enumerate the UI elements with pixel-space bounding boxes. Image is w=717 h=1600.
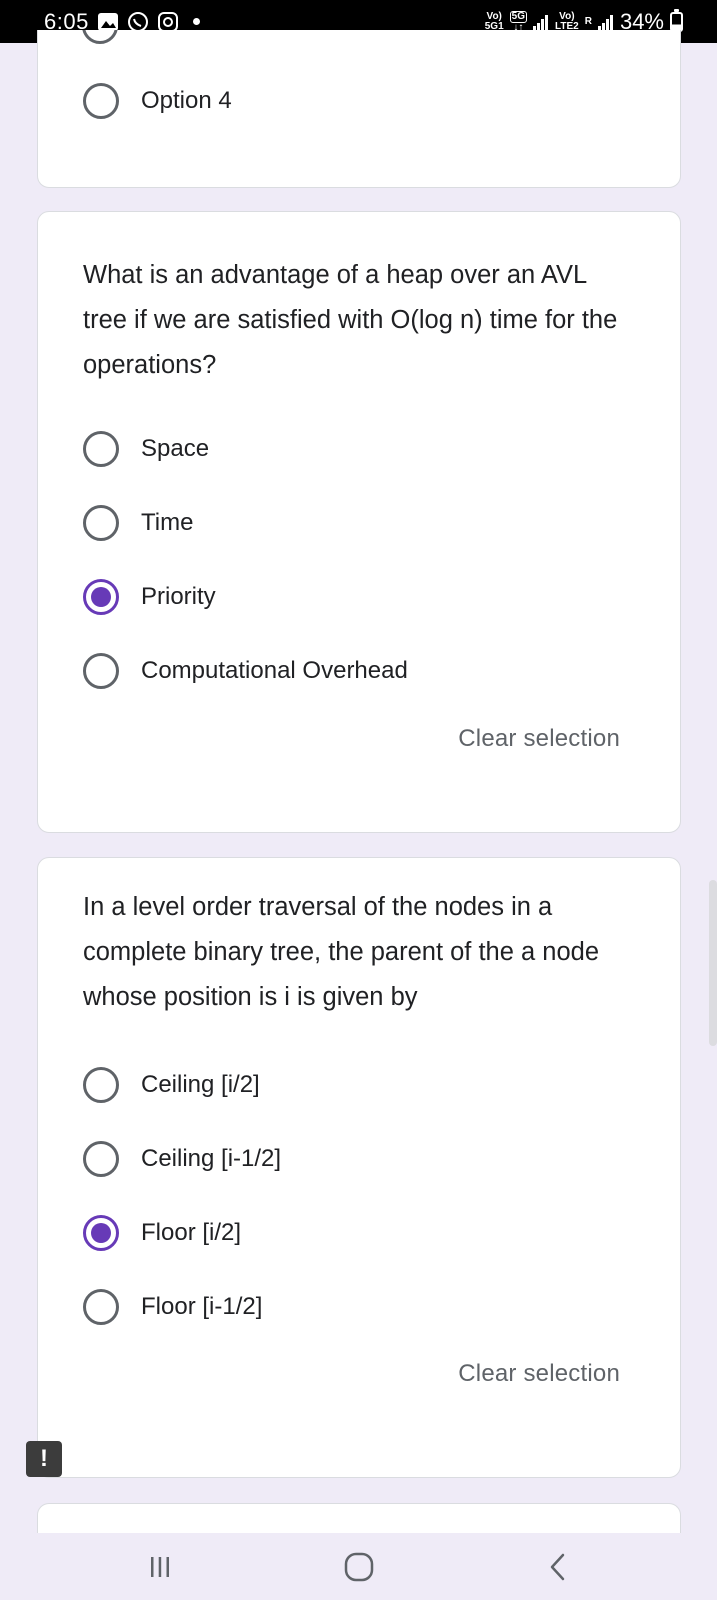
option-label: Floor [i/2] <box>141 1219 242 1246</box>
option-label: Ceiling [i/2] <box>141 1071 260 1098</box>
battery-icon <box>670 8 683 32</box>
notification-dot-icon <box>192 18 200 25</box>
back-button[interactable] <box>528 1542 588 1592</box>
scrollbar[interactable] <box>709 880 717 1046</box>
partial-radio-icon <box>82 30 118 46</box>
clear-selection-button[interactable]: Clear selection <box>458 725 620 753</box>
signal-1-icon <box>533 13 549 31</box>
back-icon <box>550 1553 564 1580</box>
option-space[interactable]: Space <box>83 429 209 469</box>
volte-2-indicator: Vo) LTE2 <box>555 10 579 32</box>
roaming-indicator: R <box>584 15 592 27</box>
option-label: Time <box>141 509 194 536</box>
question-text: In a level order traversal of the nodes … <box>83 893 600 1011</box>
option-computational-overhead[interactable]: Computational Overhead <box>83 651 408 691</box>
option-label: Priority <box>141 583 216 610</box>
radio-button[interactable] <box>83 1141 119 1177</box>
option-label: Ceiling [i-1/2] <box>141 1145 282 1172</box>
volte-1-indicator: Vo) 5G1 <box>484 10 504 32</box>
question-card-next <box>37 1503 681 1533</box>
navigation-bar <box>0 1533 717 1600</box>
home-button[interactable] <box>329 1542 389 1592</box>
radio-button[interactable] <box>83 431 119 467</box>
radio-button[interactable] <box>83 1289 119 1325</box>
option-label: Space <box>141 435 210 462</box>
radio-button[interactable] <box>83 1067 119 1103</box>
option-ceiling-i-2[interactable]: Ceiling [i/2] <box>83 1065 260 1105</box>
option-priority[interactable]: Priority <box>83 577 216 617</box>
option-time[interactable]: Time <box>83 503 193 543</box>
clear-selection-button[interactable]: Clear selection <box>458 1360 620 1388</box>
radio-button[interactable] <box>83 83 119 119</box>
option-label: Floor [i-1/2] <box>141 1293 263 1320</box>
recent-apps-button[interactable] <box>130 1542 190 1592</box>
option-label: Option 4 <box>141 87 232 114</box>
alert-icon[interactable]: ! <box>26 1441 62 1477</box>
option-floor-i-1-2[interactable]: Floor [i-1/2] <box>83 1287 262 1327</box>
question-card-2: In a level order traversal of the nodes … <box>37 857 681 1478</box>
option-label: Computational Overhead <box>141 657 408 684</box>
radio-button[interactable] <box>83 653 119 689</box>
option-4[interactable]: Option 4 <box>83 81 232 121</box>
option-floor-i-2[interactable]: Floor [i/2] <box>83 1213 241 1253</box>
question-text: What is an advantage of a heap over an A… <box>83 261 618 379</box>
question-card-1: What is an advantage of a heap over an A… <box>37 211 681 833</box>
home-icon <box>344 1552 373 1581</box>
signal-2-icon <box>597 13 614 31</box>
radio-button-selected[interactable] <box>83 579 119 615</box>
recent-apps-icon <box>150 1556 169 1577</box>
radio-button-selected[interactable] <box>83 1215 119 1251</box>
radio-button[interactable] <box>83 505 119 541</box>
question-card-previous: Option 4 <box>37 30 681 188</box>
option-ceiling-i-1-2[interactable]: Ceiling [i-1/2] <box>83 1139 281 1179</box>
